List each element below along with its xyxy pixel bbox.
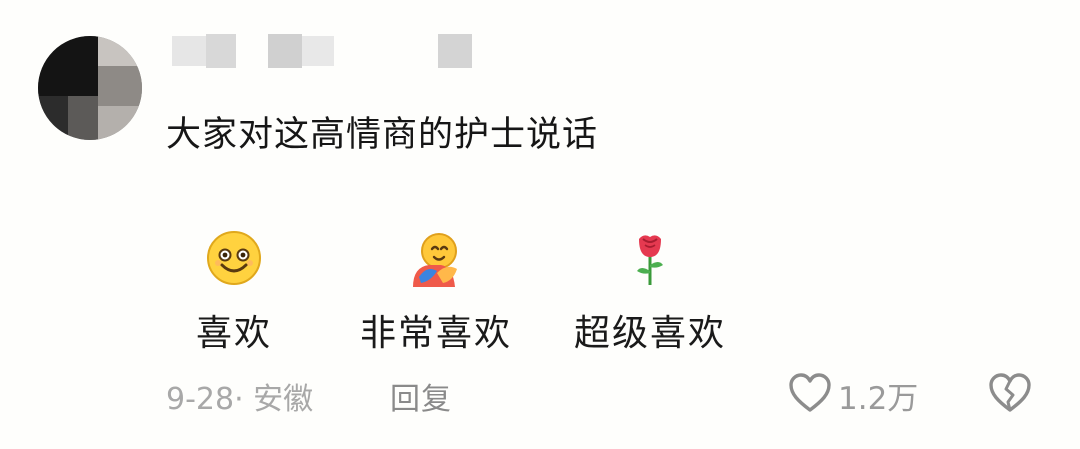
comment-text: 大家对这高情商的护士说话: [166, 115, 599, 155]
smiling-face-icon: [204, 228, 264, 288]
reaction-like[interactable]: 喜欢: [196, 228, 272, 356]
reaction-options: 喜欢 非常喜欢 超级喜欢: [180, 228, 800, 358]
username-pixel: [172, 36, 206, 66]
dislike-button[interactable]: [988, 372, 1032, 418]
username-pixel: [268, 34, 302, 68]
avatar-pixel: [38, 36, 98, 96]
comment-footer: 9-28· 安徽 回复 1.2万: [166, 372, 1066, 418]
reaction-label: 喜欢: [196, 313, 273, 354]
username-pixel: [302, 36, 334, 66]
username-pixelated[interactable]: [168, 32, 488, 72]
heart-outline-icon: [788, 372, 832, 418]
like-count: 1.2万: [838, 380, 919, 417]
rose-icon: [620, 228, 680, 288]
like-button[interactable]: 1.2万: [788, 372, 918, 418]
reaction-label: 非常喜欢: [360, 313, 513, 354]
reaction-label: 超级喜欢: [574, 313, 727, 354]
avatar-pixel: [98, 66, 142, 106]
avatar-pixel: [98, 36, 142, 66]
avatar-pixel: [98, 106, 142, 140]
broken-heart-icon: [988, 373, 1032, 418]
avatar-pixel: [68, 96, 98, 140]
comment-card: 大家对这高情商的护士说话 喜欢 非常喜欢 超级喜欢 9-28· 安徽 回复 1.…: [0, 0, 1080, 449]
comment-date-location: 9-28· 安徽: [166, 382, 314, 417]
hugging-face-icon: [406, 228, 466, 288]
reply-button[interactable]: 回复: [390, 374, 452, 418]
reaction-super-like[interactable]: 超级喜欢: [574, 228, 726, 356]
reaction-love[interactable]: 非常喜欢: [360, 228, 512, 356]
avatar-pixel: [38, 96, 68, 140]
username-pixel: [438, 34, 472, 68]
avatar[interactable]: [38, 36, 142, 140]
username-pixel: [206, 34, 236, 68]
